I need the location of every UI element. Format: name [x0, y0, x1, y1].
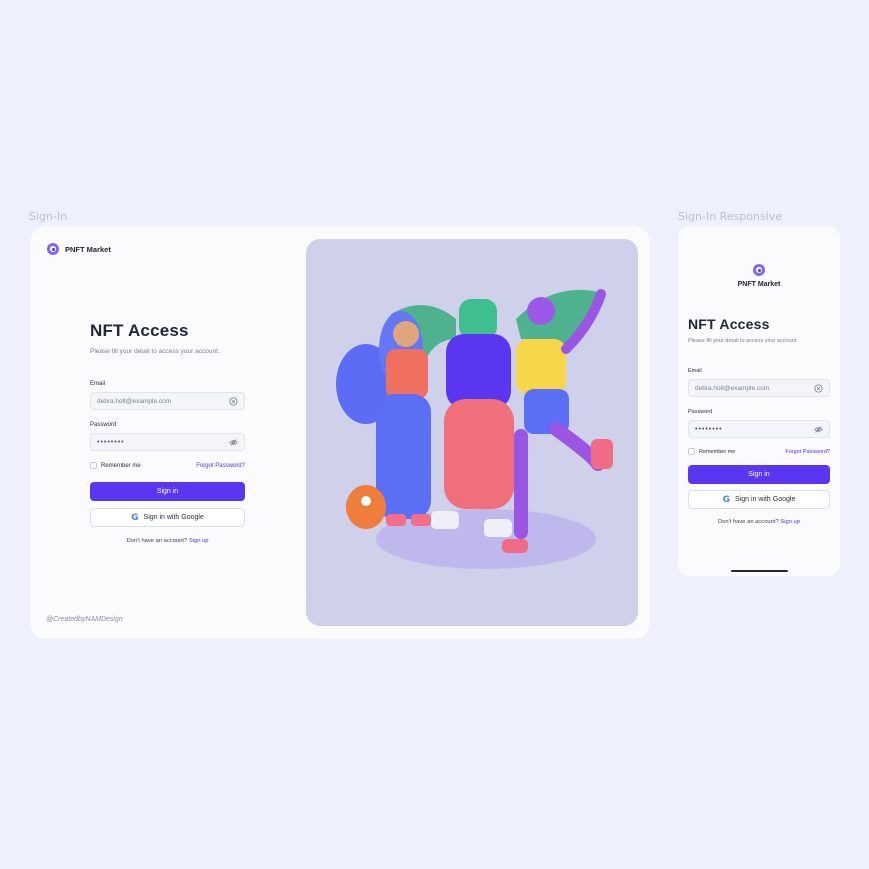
- mobile-remember-me[interactable]: Remember me: [688, 448, 735, 455]
- google-icon: G: [131, 512, 139, 523]
- signup-prompt-text: Don't have an account?: [126, 538, 188, 544]
- mobile-remember-checkbox[interactable]: [688, 448, 695, 455]
- pnft-logo-icon: [47, 243, 59, 255]
- google-signin-button[interactable]: G Sign in with Google: [90, 508, 245, 527]
- page-title: NFT Access: [90, 321, 189, 340]
- mobile-forgot-password-link[interactable]: Forgot Password?: [785, 449, 830, 455]
- signin-button[interactable]: Sign in: [90, 482, 245, 501]
- forgot-password-link[interactable]: Forgot Password?: [196, 463, 245, 469]
- mobile-page-title: NFT Access: [688, 316, 770, 332]
- mobile-remember-label: Remember me: [699, 448, 736, 455]
- email-value: debra.holt@example.com: [97, 397, 172, 405]
- mobile-signin-form: NFT Access Please fill your detail to ac…: [688, 316, 830, 525]
- eye-off-icon[interactable]: [814, 425, 823, 434]
- desktop-signin-card: PNFT Market NFT Access Please fill your …: [30, 226, 650, 639]
- mobile-email-value: debra.holt@example.com: [695, 384, 770, 392]
- mobile-password-label: Password: [688, 409, 713, 415]
- google-icon: G: [722, 494, 731, 505]
- mobile-google-signin-label: Sign in with Google: [735, 496, 796, 503]
- mobile-signup-prompt-text: Don't have an account?: [717, 519, 779, 525]
- password-field[interactable]: ••••••••: [90, 433, 245, 451]
- password-value: ••••••••: [97, 438, 125, 446]
- mobile-password-value: ••••••••: [695, 425, 723, 433]
- clear-icon[interactable]: [814, 383, 823, 393]
- signup-link[interactable]: Sign up: [189, 538, 209, 544]
- form-options-row: Remember me Forgot Password?: [90, 462, 245, 469]
- frame-label-signin: Sign-In: [29, 210, 68, 223]
- signin-form: NFT Access Please fill your detail to ac…: [90, 321, 245, 544]
- mobile-form-options-row: Remember me Forgot Password?: [688, 448, 830, 455]
- pnft-logo-icon: [753, 264, 765, 276]
- mobile-brand[interactable]: PNFT Market: [678, 264, 840, 288]
- mobile-signin-card: PNFT Market NFT Access Please fill your …: [678, 226, 840, 576]
- remember-checkbox[interactable]: [90, 462, 97, 469]
- password-label: Password: [90, 422, 117, 428]
- credit-text: @CreatedbyNAMDesign: [46, 616, 123, 623]
- nft-characters-illustration: [336, 289, 613, 569]
- signup-prompt: Don't have an account? Sign up: [90, 538, 245, 544]
- email-field[interactable]: debra.holt@example.com: [90, 392, 245, 410]
- mobile-email-label: Email: [688, 368, 702, 374]
- page-subtitle: Please fill your detail to access your a…: [90, 348, 220, 355]
- remember-label: Remember me: [101, 462, 141, 469]
- mobile-signup-link[interactable]: Sign up: [780, 519, 800, 525]
- mobile-signin-button[interactable]: Sign in: [688, 465, 830, 484]
- mobile-google-signin-button[interactable]: G Sign in with Google: [688, 490, 830, 509]
- mobile-brand-name: PNFT Market: [737, 281, 781, 288]
- mobile-page-subtitle: Please fill your detail to access your a…: [688, 338, 798, 344]
- mobile-signup-prompt: Don't have an account? Sign up: [688, 519, 830, 525]
- brand-name: PNFT Market: [65, 244, 111, 254]
- home-indicator: [731, 570, 788, 572]
- mobile-email-field[interactable]: debra.holt@example.com: [688, 379, 830, 397]
- frame-label-signin-responsive: Sign-In Responsive: [678, 210, 783, 223]
- google-signin-label: Sign in with Google: [143, 514, 204, 521]
- brand[interactable]: PNFT Market: [47, 243, 111, 255]
- email-label: Email: [90, 381, 106, 387]
- remember-me[interactable]: Remember me: [90, 462, 141, 469]
- clear-icon[interactable]: [229, 396, 238, 406]
- mobile-password-field[interactable]: ••••••••: [688, 420, 830, 438]
- eye-off-icon[interactable]: [229, 438, 238, 447]
- hero-illustration: [306, 239, 638, 626]
